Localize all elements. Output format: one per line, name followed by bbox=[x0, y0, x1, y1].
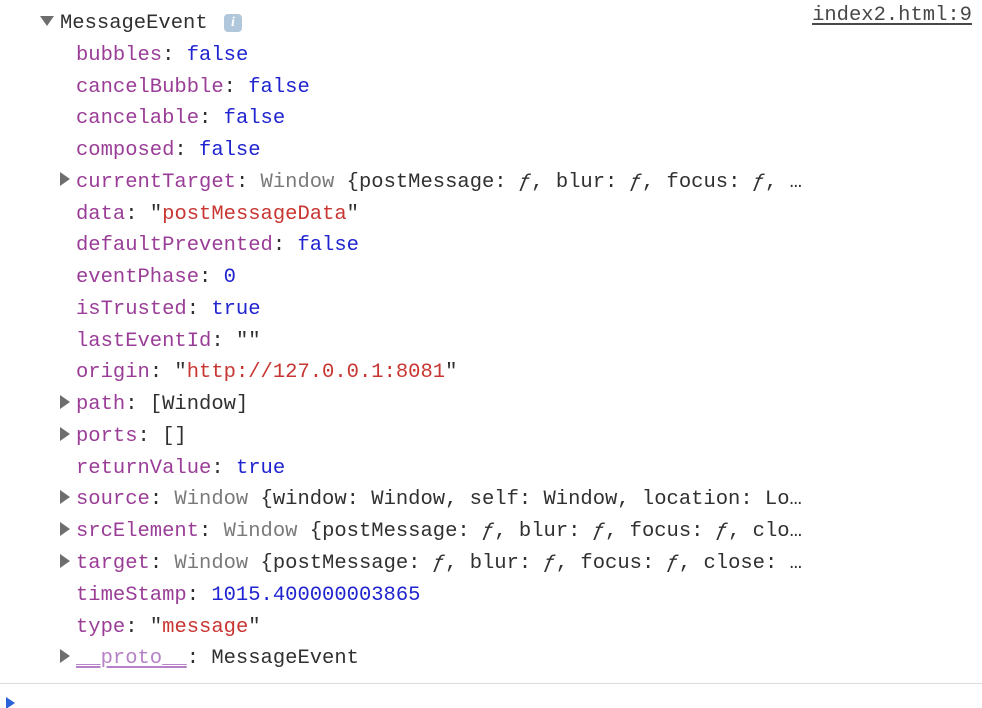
prop-key: isTrusted bbox=[76, 298, 187, 321]
prop-key: path bbox=[76, 393, 125, 416]
chevron-right-icon[interactable] bbox=[60, 522, 70, 536]
prop-srcElement[interactable]: srcElement: Window {postMessage: ƒ, blur… bbox=[14, 516, 982, 548]
fn-glyph: ƒ bbox=[519, 171, 531, 194]
prop-defaultPrevented[interactable]: defaultPrevented: false bbox=[14, 230, 982, 262]
fn-glyph: ƒ bbox=[482, 520, 494, 543]
fn-glyph: ƒ bbox=[593, 520, 605, 543]
chevron-right-icon[interactable] bbox=[60, 172, 70, 186]
prop-value: 0 bbox=[224, 266, 236, 289]
prop-value: MessageEvent bbox=[211, 647, 359, 670]
prop-key: srcElement bbox=[76, 520, 199, 543]
preview-body: {postMessage: bbox=[347, 171, 519, 194]
prop-target[interactable]: target: Window {postMessage: ƒ, blur: ƒ,… bbox=[14, 548, 982, 580]
fn-glyph: ƒ bbox=[544, 552, 556, 575]
prop-composed[interactable]: composed: false bbox=[14, 135, 982, 167]
fn-glyph: ƒ bbox=[433, 552, 445, 575]
preview-prefix: Window bbox=[261, 171, 347, 194]
preview-mid: , focus: bbox=[605, 520, 716, 543]
prop-key: lastEventId bbox=[76, 330, 211, 353]
prop-isTrusted[interactable]: isTrusted: true bbox=[14, 294, 982, 326]
chevron-right-icon[interactable] bbox=[60, 427, 70, 441]
chevron-right-icon[interactable] bbox=[60, 649, 70, 663]
fn-glyph: ƒ bbox=[753, 171, 765, 194]
prop-key: origin bbox=[76, 361, 150, 384]
fn-glyph: ƒ bbox=[667, 552, 679, 575]
prop-timeStamp[interactable]: timeStamp: 1015.400000003865 bbox=[14, 580, 982, 612]
prop-data[interactable]: data: "postMessageData" bbox=[14, 199, 982, 231]
chevron-down-icon[interactable] bbox=[40, 16, 54, 26]
preview-tail: , clo… bbox=[728, 520, 802, 543]
prop-cancelable[interactable]: cancelable: false bbox=[14, 103, 982, 135]
prop-key: composed bbox=[76, 139, 174, 162]
prop-key: source bbox=[76, 488, 150, 511]
prop-value: true bbox=[211, 298, 260, 321]
prop-value: [Window] bbox=[150, 393, 248, 416]
prop-key: returnValue bbox=[76, 457, 211, 480]
prop-value: postMessageData bbox=[162, 203, 347, 226]
prop-proto[interactable]: __proto__: MessageEvent bbox=[14, 643, 982, 675]
prop-origin[interactable]: origin: "http://127.0.0.1:8081" bbox=[14, 357, 982, 389]
prop-key: target bbox=[76, 552, 150, 575]
preview-mid: , focus: bbox=[642, 171, 753, 194]
prop-value: false bbox=[248, 76, 310, 99]
prop-path[interactable]: path: [Window] bbox=[14, 389, 982, 421]
prop-source[interactable]: source: Window {window: Window, self: Wi… bbox=[14, 484, 982, 516]
preview-mid: , blur: bbox=[445, 552, 543, 575]
prop-key: ports bbox=[76, 425, 138, 448]
prop-value: 1015.400000003865 bbox=[211, 584, 420, 607]
prop-ports[interactable]: ports: [] bbox=[14, 421, 982, 453]
prop-key: cancelBubble bbox=[76, 76, 224, 99]
preview-prefix: Window bbox=[224, 520, 310, 543]
prop-value: false bbox=[224, 107, 286, 130]
chevron-right-icon[interactable] bbox=[60, 395, 70, 409]
prop-value: [] bbox=[162, 425, 187, 448]
console-prompt[interactable] bbox=[0, 684, 982, 708]
preview-prefix: Window bbox=[174, 552, 260, 575]
prop-returnValue[interactable]: returnValue: true bbox=[14, 453, 982, 485]
prop-cancelBubble[interactable]: cancelBubble: false bbox=[14, 72, 982, 104]
chevron-right-icon[interactable] bbox=[60, 554, 70, 568]
console-output: MessageEvent i bubbles: false cancelBubb… bbox=[0, 0, 982, 684]
prop-value: http://127.0.0.1:8081 bbox=[187, 361, 445, 384]
preview-mid: , focus: bbox=[556, 552, 667, 575]
prop-key: __proto__ bbox=[76, 647, 187, 670]
prop-lastEventId[interactable]: lastEventId: "" bbox=[14, 326, 982, 358]
preview-body: {postMessage: bbox=[310, 520, 482, 543]
class-name: MessageEvent bbox=[60, 12, 208, 35]
fn-glyph: ƒ bbox=[716, 520, 728, 543]
prop-bubbles[interactable]: bubbles: false bbox=[14, 40, 982, 72]
prop-value: false bbox=[199, 139, 261, 162]
fn-glyph: ƒ bbox=[630, 171, 642, 194]
prop-eventPhase[interactable]: eventPhase: 0 bbox=[14, 262, 982, 294]
preview-mid: , blur: bbox=[531, 171, 629, 194]
prop-key: bubbles bbox=[76, 44, 162, 67]
info-icon[interactable]: i bbox=[224, 14, 242, 32]
prop-type[interactable]: type: "message" bbox=[14, 612, 982, 644]
chevron-right-icon[interactable] bbox=[60, 490, 70, 504]
prop-key: defaultPrevented bbox=[76, 234, 273, 257]
prop-key: timeStamp bbox=[76, 584, 187, 607]
preview-body: {postMessage: bbox=[261, 552, 433, 575]
preview-prefix: Window bbox=[174, 488, 260, 511]
prop-key: currentTarget bbox=[76, 171, 236, 194]
preview-tail: , … bbox=[765, 171, 802, 194]
source-link[interactable]: index2.html:9 bbox=[812, 0, 972, 32]
prop-key: cancelable bbox=[76, 107, 199, 130]
preview-mid: , blur: bbox=[494, 520, 592, 543]
prop-value: true bbox=[236, 457, 285, 480]
prompt-caret-icon bbox=[6, 697, 15, 708]
prop-key: eventPhase bbox=[76, 266, 199, 289]
prop-value: false bbox=[187, 44, 249, 67]
preview-tail: , close: … bbox=[679, 552, 802, 575]
prop-key: type bbox=[76, 616, 125, 639]
prop-value: false bbox=[297, 234, 359, 257]
prop-value: message bbox=[162, 616, 248, 639]
prop-currentTarget[interactable]: currentTarget: Window {postMessage: ƒ, b… bbox=[14, 167, 982, 199]
preview-body: {window: Window, self: Window, location:… bbox=[261, 488, 802, 511]
prop-key: data bbox=[76, 203, 125, 226]
